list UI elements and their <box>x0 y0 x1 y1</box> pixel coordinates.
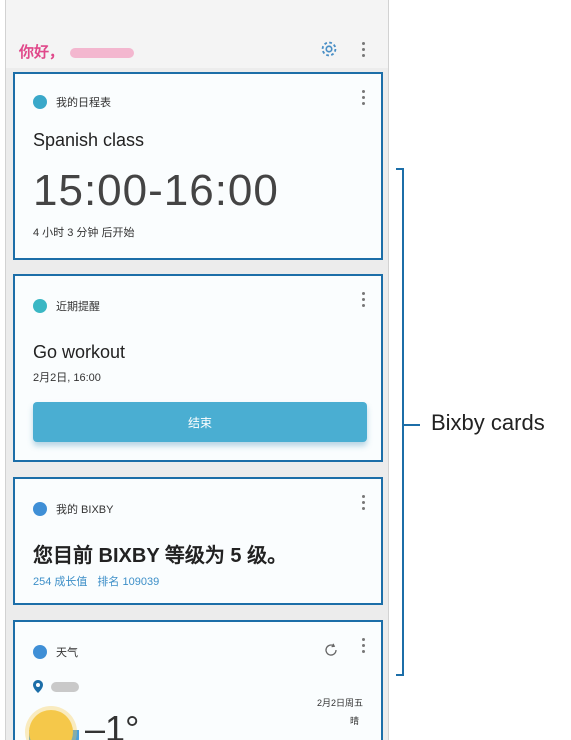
reminder-icon <box>33 299 47 313</box>
callout-line <box>404 424 420 426</box>
callout-label: Bixby cards <box>431 410 545 435</box>
sun-icon <box>29 710 73 740</box>
starts-in-text: 4 小时 3 分钟 后开始 <box>33 227 135 239</box>
temperature-value: 1° <box>105 708 140 740</box>
rank-text[interactable]: 排名 109039 <box>97 576 159 588</box>
card-app-title: 近期提醒 <box>56 301 100 313</box>
user-name-redacted <box>70 48 135 59</box>
card-more-icon[interactable] <box>362 292 365 307</box>
card-more-icon[interactable] <box>362 638 365 653</box>
bixby-level-text: 您目前 BIXBY 等级为 5 级。 <box>33 545 288 567</box>
gear-icon[interactable] <box>318 38 340 60</box>
phone-screen: 你好， 我的日程表 Spanish class 15:00-16:00 4 小时… <box>5 0 389 740</box>
more-vert-icon[interactable] <box>362 42 365 57</box>
location-pin-icon <box>33 680 43 693</box>
weather-card[interactable]: 天气 –1° 2月2日周五 晴 <box>13 620 383 740</box>
growth-points[interactable]: 254 成长值 <box>33 576 87 588</box>
greeting: 你好， <box>19 41 135 62</box>
card-header: 近期提醒 <box>33 298 100 314</box>
event-title: Spanish class <box>33 130 145 150</box>
temperature: –1° <box>85 708 139 740</box>
card-header: 我的日程表 <box>33 94 111 110</box>
card-header: 天气 <box>33 644 78 660</box>
refresh-icon[interactable] <box>323 642 339 658</box>
bixby-stats: 254 成长值 排名 109039 <box>33 573 159 589</box>
calendar-icon <box>33 95 47 109</box>
card-more-icon[interactable] <box>362 90 365 105</box>
reminder-datetime: 2月2日, 16:00 <box>33 372 101 384</box>
reminder-title: Go workout <box>33 342 126 362</box>
card-more-icon[interactable] <box>362 495 365 510</box>
reminder-card[interactable]: 近期提醒 Go workout 2月2日, 16:00 结束 <box>13 274 383 462</box>
card-app-title: 我的 BIXBY <box>56 504 114 516</box>
cards-bracket <box>396 168 404 676</box>
weather-icon <box>33 645 47 659</box>
end-button[interactable]: 结束 <box>33 402 367 442</box>
weather-condition: 晴 <box>349 716 359 726</box>
greeting-text: 你好， <box>19 44 65 61</box>
location-name-redacted <box>51 681 79 692</box>
weather-date: 2月2日周五 <box>316 698 363 708</box>
card-app-title: 天气 <box>56 647 78 659</box>
schedule-card[interactable]: 我的日程表 Spanish class 15:00-16:00 4 小时 3 分… <box>13 72 383 260</box>
location-row <box>33 680 79 693</box>
bixby-card[interactable]: 我的 BIXBY 您目前 BIXBY 等级为 5 级。 254 成长值 排名 10… <box>13 477 383 605</box>
event-time: 15:00-16:00 <box>33 166 279 215</box>
card-header: 我的 BIXBY <box>33 501 113 517</box>
card-app-title: 我的日程表 <box>56 97 111 109</box>
bixby-icon <box>33 502 47 516</box>
app-header: 你好， <box>6 0 388 68</box>
